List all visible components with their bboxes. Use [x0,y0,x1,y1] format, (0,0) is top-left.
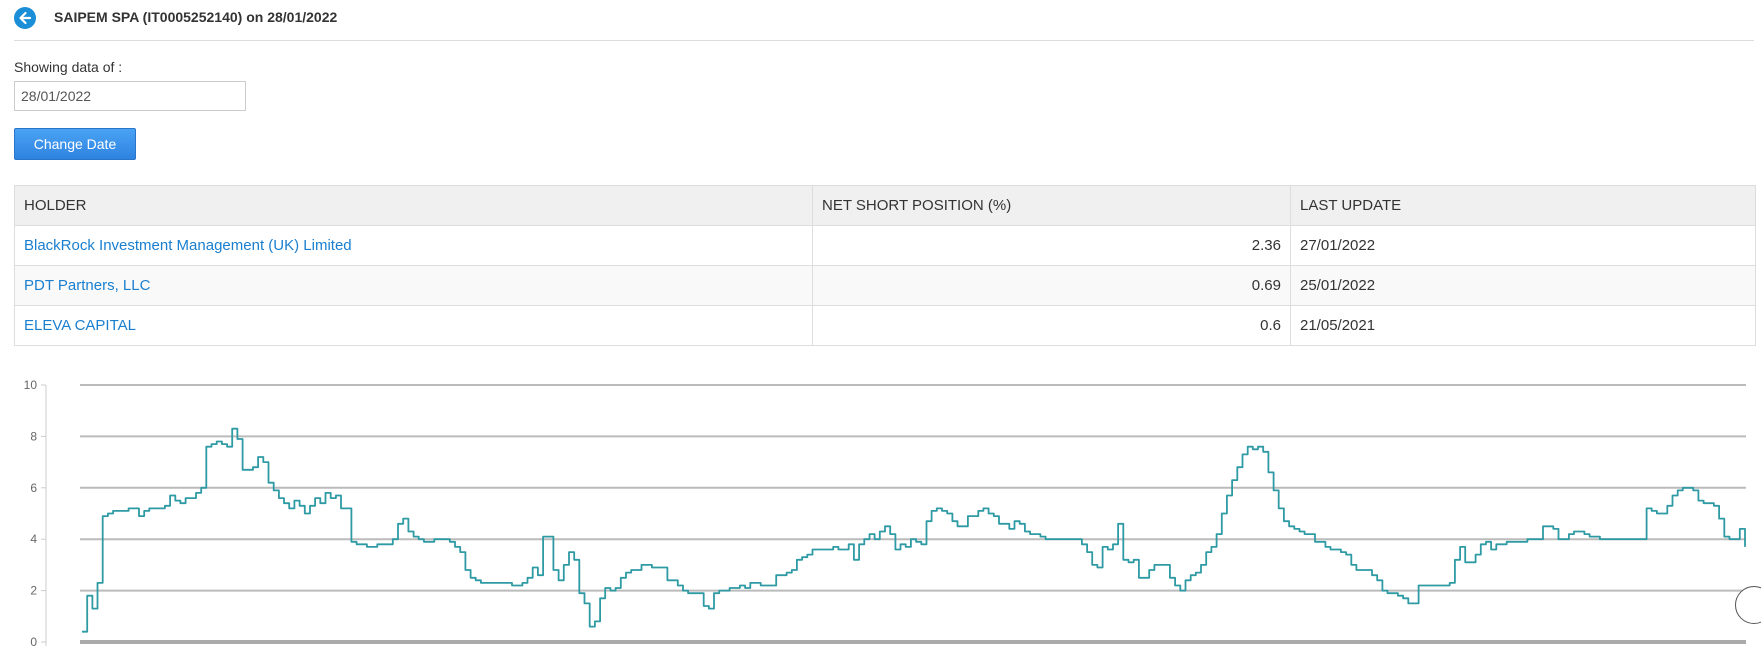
last-update-column-header[interactable]: LAST UPDATE [1290,185,1756,226]
showing-data-label: Showing data of : [14,59,123,75]
position-cell: 0.69 [812,265,1291,306]
holder-link[interactable]: PDT Partners, LLC [24,277,150,294]
holder-link[interactable]: BlackRock Investment Management (UK) Lim… [24,237,352,254]
holder-cell: ELEVA CAPITAL [14,305,813,346]
change-date-button[interactable]: Change Date [14,128,136,160]
date-cell: 27/01/2022 [1290,225,1756,266]
page-title: SAIPEM SPA (IT0005252140) on 28/01/2022 [54,9,338,25]
table-row: PDT Partners, LLC 0.69 25/01/2022 [14,265,1756,306]
holder-column-header[interactable]: HOLDER [14,185,813,226]
y-tick-label: 10 [24,378,38,392]
back-arrow-icon[interactable] [14,7,36,29]
series-line [82,427,1746,633]
y-tick-label: 4 [30,532,37,546]
page-header: SAIPEM SPA (IT0005252140) on 28/01/2022 [14,6,1754,41]
net-short-position-chart: 0 2 4 6 8 10 [24,378,1746,649]
date-cell: 21/05/2021 [1290,305,1756,346]
date-cell: 25/01/2022 [1290,265,1756,306]
holder-cell: PDT Partners, LLC [14,265,813,306]
position-cell: 2.36 [812,225,1291,266]
holders-table: HOLDER NET SHORT POSITION (%) LAST UPDAT… [14,185,1756,346]
position-cell: 0.6 [812,305,1291,346]
table-row: ELEVA CAPITAL 0.6 21/05/2021 [14,305,1756,346]
table-header-row: HOLDER NET SHORT POSITION (%) LAST UPDAT… [14,185,1756,226]
table-row: BlackRock Investment Management (UK) Lim… [14,225,1756,266]
y-tick-label: 0 [30,635,37,649]
y-tick-label: 6 [30,481,37,495]
date-input[interactable] [14,81,246,111]
net-short-position-column-header[interactable]: NET SHORT POSITION (%) [812,185,1291,226]
holder-cell: BlackRock Investment Management (UK) Lim… [14,225,813,266]
y-tick-label: 8 [30,429,37,443]
y-tick-label: 2 [30,584,37,598]
holder-link[interactable]: ELEVA CAPITAL [24,317,136,334]
